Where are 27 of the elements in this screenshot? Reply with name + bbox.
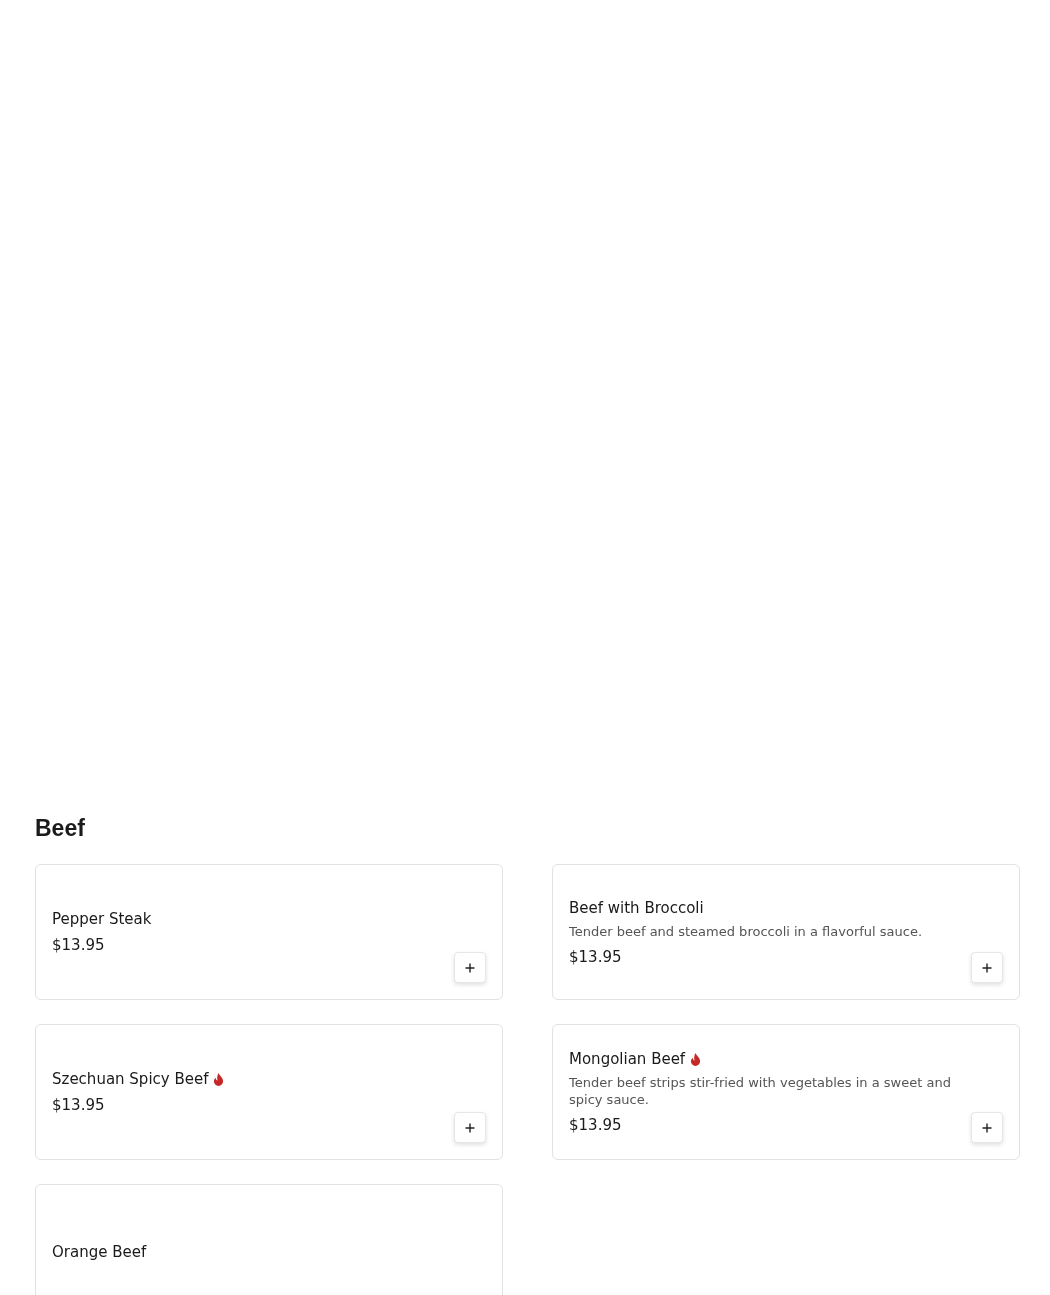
item-name: Pepper Steak — [52, 910, 152, 928]
add-button[interactable] — [971, 952, 1003, 983]
menu-item-card[interactable]: Szechuan Spicy Beef $13.95 — [35, 1024, 503, 1160]
item-price: $13.95 — [569, 1116, 623, 1134]
item-description: Tender beef and steamed broccoli in a flavorful sauce. — [569, 922, 923, 940]
menu-item-card[interactable]: Beef with Broccoli Tender beef and steamed broccoli in a flavorful sauce. $13.95 — [552, 864, 1020, 1000]
add-button[interactable] — [454, 1112, 486, 1143]
menu-item-card[interactable]: Orange Beef — [35, 1184, 503, 1295]
item-description: Tender beef strips stir-fried with vegetables in a sweet and spicy sauce. — [569, 1074, 952, 1108]
item-name: Orange Beef — [52, 1243, 147, 1261]
item-name: Beef with Broccoli — [569, 898, 704, 917]
flame-icon — [690, 1052, 702, 1066]
plus-icon — [982, 1122, 992, 1133]
section-title: Beef — [35, 815, 86, 842]
plus-icon — [982, 962, 992, 973]
flame-icon — [213, 1072, 225, 1086]
menu-item-card[interactable]: Pepper Steak $13.95 — [35, 864, 503, 1000]
item-price: $13.95 — [569, 947, 623, 966]
plus-icon — [465, 1122, 475, 1133]
add-button[interactable] — [454, 952, 486, 983]
menu-item-card[interactable]: Mongolian Beef Tender beef strips stir-fried with vegetables in a sweet and spicy sauce. $13.95 — [552, 1024, 1020, 1160]
item-name: Szechuan Spicy Beef — [52, 1070, 209, 1088]
item-name: Mongolian Beef — [569, 1050, 686, 1068]
item-price: $13.95 — [52, 936, 106, 954]
add-button[interactable] — [971, 1112, 1003, 1143]
item-price: $13.95 — [52, 1096, 106, 1114]
plus-icon — [465, 962, 475, 973]
